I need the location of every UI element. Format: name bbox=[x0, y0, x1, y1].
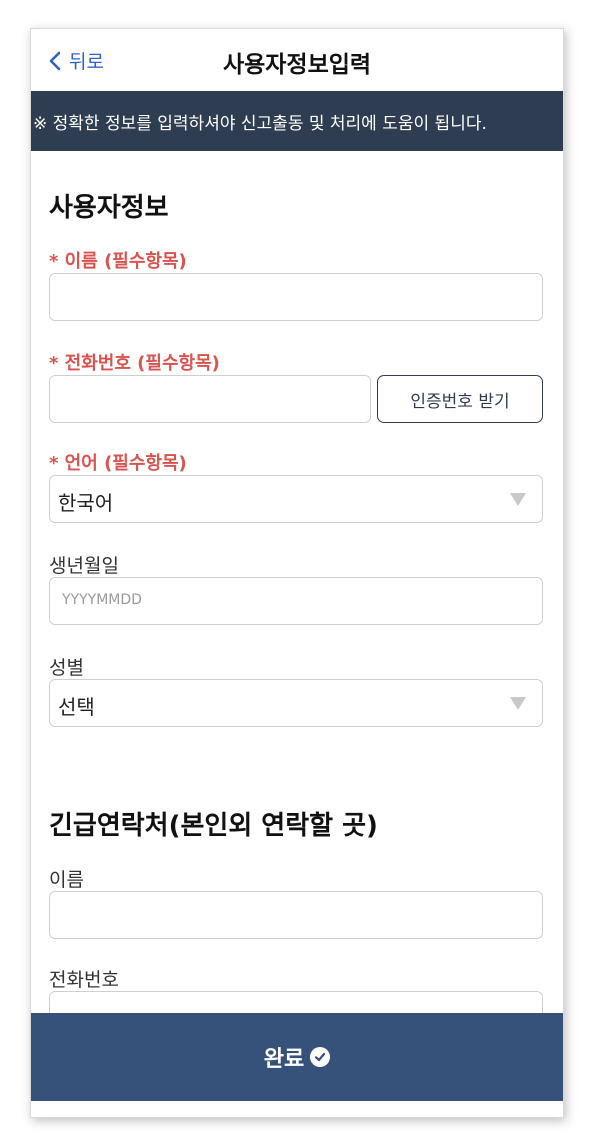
name-label: * 이름 (필수항목) bbox=[49, 251, 187, 272]
header: 뒤로 사용자정보입력 bbox=[31, 29, 563, 91]
dropdown-arrow-icon bbox=[510, 493, 526, 506]
phone-label: * 전화번호 (필수항목) bbox=[49, 353, 220, 374]
emergency-name-input[interactable] bbox=[49, 891, 543, 939]
app-frame: 뒤로 사용자정보입력 ※ 정확한 정보를 입력하셔야 신고출동 및 처리에 도움… bbox=[30, 28, 564, 1118]
submit-button[interactable]: 완료 bbox=[31, 1013, 563, 1101]
user-info-title: 사용자정보 bbox=[49, 193, 169, 223]
birth-placeholder: YYYYMMDD bbox=[62, 592, 142, 608]
notice-banner: ※ 정확한 정보를 입력하셔야 신고출동 및 처리에 도움이 됩니다. bbox=[31, 91, 563, 151]
submit-label: 완료 bbox=[263, 1047, 305, 1072]
emergency-title: 긴급연락처(본인외 연락할 곳) bbox=[49, 811, 378, 841]
language-value: 한국어 bbox=[58, 491, 114, 515]
gender-select[interactable]: 선택 bbox=[49, 679, 543, 727]
emergency-name-label: 이름 bbox=[49, 869, 84, 891]
gender-value: 선택 bbox=[58, 695, 95, 719]
gender-label: 성별 bbox=[49, 657, 84, 679]
language-select[interactable]: 한국어 bbox=[49, 475, 543, 523]
emergency-phone-label: 전화번호 bbox=[49, 969, 119, 991]
name-input[interactable] bbox=[49, 273, 543, 321]
dropdown-arrow-icon bbox=[510, 697, 526, 710]
verify-code-button[interactable]: 인증번호 받기 bbox=[377, 375, 543, 423]
check-circle-icon bbox=[310, 1047, 331, 1067]
phone-input[interactable] bbox=[49, 375, 371, 423]
language-label: * 언어 (필수항목) bbox=[49, 453, 187, 474]
page-title: 사용자정보입력 bbox=[222, 52, 372, 78]
birth-label: 생년월일 bbox=[49, 555, 119, 577]
birth-input[interactable]: YYYYMMDD bbox=[49, 577, 543, 625]
